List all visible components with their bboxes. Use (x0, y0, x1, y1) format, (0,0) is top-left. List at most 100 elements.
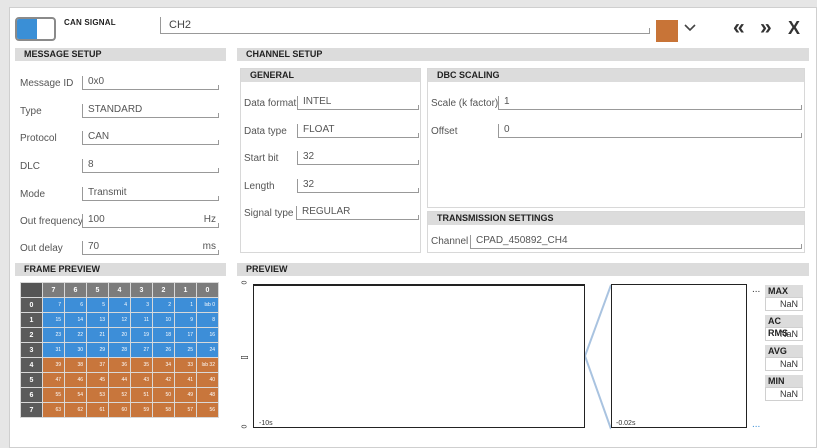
bit-cell[interactable]: 10 (152, 312, 175, 328)
frame-preview-title: FRAME PREVIEW (15, 263, 226, 276)
bit-cell[interactable]: 25 (174, 342, 197, 358)
bit-cell[interactable]: 28 (108, 342, 131, 358)
message-field-input[interactable]: 100 Hz (82, 214, 219, 228)
bit-cell[interactable]: 12 (108, 312, 131, 328)
message-field-input[interactable]: 70 ms (82, 241, 219, 255)
chevron-down-icon[interactable] (682, 16, 698, 40)
bit-cell[interactable]: 40 (196, 372, 219, 388)
channel-name-input[interactable]: CH2 (160, 17, 650, 34)
bit-cell[interactable]: 41 (174, 372, 197, 388)
bit-cell[interactable]: 44 (108, 372, 131, 388)
dbc-field-input[interactable]: 0 (498, 124, 802, 138)
close-button[interactable]: X (788, 14, 800, 42)
bit-cell[interactable]: 26 (152, 342, 175, 358)
bit-cell[interactable]: 6 (64, 297, 87, 313)
general-field-label: Data format (244, 98, 297, 109)
bit-cell[interactable]: 18 (152, 327, 175, 343)
bit-cell[interactable]: 35 (130, 357, 153, 373)
bit-cell[interactable]: 58 (152, 402, 175, 418)
bit-cell[interactable]: 21 (86, 327, 109, 343)
message-field-input[interactable]: STANDARD (82, 104, 219, 118)
bit-header: 4 (108, 282, 131, 298)
toggle-knob (17, 19, 37, 39)
signal-plot[interactable] (253, 284, 585, 428)
bit-cell[interactable]: 61 (86, 402, 109, 418)
bit-cell[interactable]: 2 (152, 297, 175, 313)
bit-cell[interactable]: 48 (196, 387, 219, 403)
bit-cell[interactable]: 16 (196, 327, 219, 343)
bit-cell[interactable]: 34 (152, 357, 175, 373)
bit-cell[interactable]: 43 (130, 372, 153, 388)
bit-cell[interactable]: 7 (42, 297, 65, 313)
bit-cell[interactable]: 46 (64, 372, 87, 388)
bit-cell[interactable]: 1 (174, 297, 197, 313)
message-field-input[interactable]: 8 (82, 159, 219, 173)
bit-cell[interactable]: 13 (86, 312, 109, 328)
zoom-plot[interactable] (611, 284, 747, 428)
bit-cell[interactable]: 56 (196, 402, 219, 418)
bit-cell[interactable]: 11 (130, 312, 153, 328)
bit-cell[interactable]: 63 (42, 402, 65, 418)
next-channel-button[interactable]: » (760, 14, 772, 42)
bit-cell[interactable]: 57 (174, 402, 197, 418)
dbc-field-input[interactable]: 1 (498, 96, 802, 110)
bit-cell[interactable]: 20 (108, 327, 131, 343)
frame-byte-row: 5 47 46 45 44 43 42 41 40 (20, 372, 219, 388)
message-field-label: Type (20, 106, 42, 117)
bit-cell[interactable]: 60 (108, 402, 131, 418)
channel-color-swatch[interactable] (656, 20, 678, 42)
message-field-value: CAN (88, 131, 110, 142)
bit-cell[interactable]: 14 (64, 312, 87, 328)
bit-cell[interactable]: 53 (86, 387, 109, 403)
bit-cell[interactable]: 54 (64, 387, 87, 403)
bit-cell[interactable]: 55 (42, 387, 65, 403)
bit-cell[interactable]: 47 (42, 372, 65, 388)
message-field-input[interactable]: CAN (82, 131, 219, 145)
bit-cell[interactable]: 50 (152, 387, 175, 403)
bit-cell[interactable]: 38 (64, 357, 87, 373)
bit-cell[interactable]: 30 (64, 342, 87, 358)
general-field-input[interactable]: REGULAR (296, 206, 419, 220)
bit-cell[interactable]: 24 (196, 342, 219, 358)
general-field-input[interactable]: 32 (297, 179, 419, 193)
bit-cell[interactable]: 4 (108, 297, 131, 313)
bit-cell[interactable]: 27 (130, 342, 153, 358)
bit-cell[interactable]: 33 (174, 357, 197, 373)
general-field-input[interactable]: FLOAT (297, 124, 419, 138)
bit-cell[interactable]: 3 (130, 297, 153, 313)
bit-cell[interactable]: 52 (108, 387, 131, 403)
bit-cell[interactable]: 49 (174, 387, 197, 403)
bit-cell[interactable]: lsb 32 (196, 357, 219, 373)
bit-header: 1 (174, 282, 197, 298)
bit-cell[interactable]: 23 (42, 327, 65, 343)
bit-cell[interactable]: 37 (86, 357, 109, 373)
bit-cell[interactable]: 42 (152, 372, 175, 388)
bit-cell[interactable]: 39 (42, 357, 65, 373)
bit-cell[interactable]: 59 (130, 402, 153, 418)
bit-cell[interactable]: 17 (174, 327, 197, 343)
bit-cell[interactable]: 29 (86, 342, 109, 358)
transmission-channel-select[interactable]: CPAD_450892_CH4 (470, 235, 802, 249)
bit-cell[interactable]: 19 (130, 327, 153, 343)
bit-cell[interactable]: 8 (196, 312, 219, 328)
transmission-title: TRANSMISSION SETTINGS (428, 212, 804, 225)
general-field-input[interactable]: INTEL (297, 96, 419, 110)
previous-channel-button[interactable]: « (733, 14, 745, 42)
bit-cell[interactable]: 51 (130, 387, 153, 403)
message-field-input[interactable]: 0x0 (82, 76, 219, 90)
bit-cell[interactable]: 9 (174, 312, 197, 328)
message-field-value: 100 (88, 214, 105, 225)
dbc-field-value: 0 (504, 124, 510, 135)
bit-cell[interactable]: 5 (86, 297, 109, 313)
general-field-input[interactable]: 32 (297, 151, 419, 165)
bit-cell[interactable]: 31 (42, 342, 65, 358)
bit-cell[interactable]: 15 (42, 312, 65, 328)
message-field-label: Mode (20, 189, 46, 200)
bit-cell[interactable]: lsb 0 (196, 297, 219, 313)
enable-toggle[interactable] (15, 17, 56, 41)
bit-cell[interactable]: 22 (64, 327, 87, 343)
bit-cell[interactable]: 45 (86, 372, 109, 388)
bit-cell[interactable]: 36 (108, 357, 131, 373)
bit-cell[interactable]: 62 (64, 402, 87, 418)
message-field-input[interactable]: Transmit (82, 187, 219, 201)
